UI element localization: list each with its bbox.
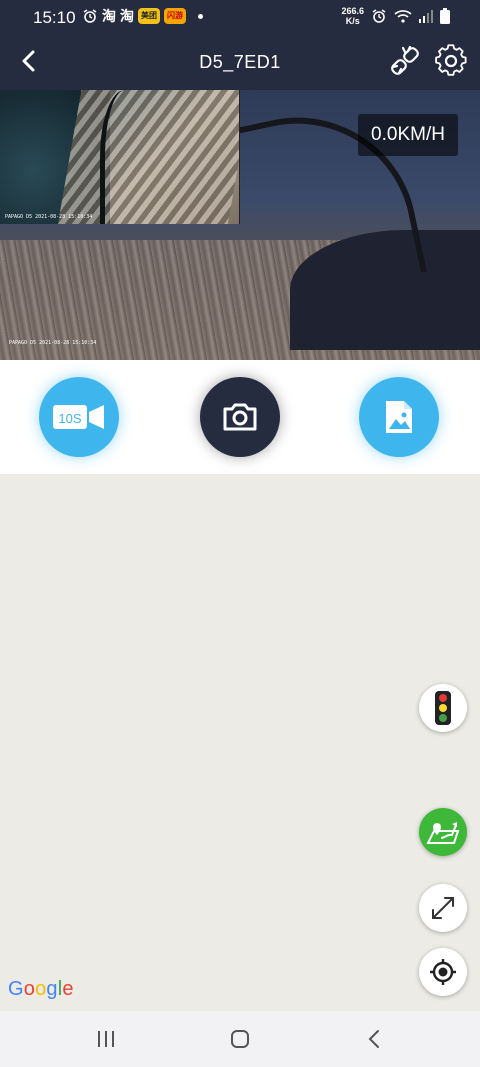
map-view[interactable]: Google	[0, 474, 480, 1011]
wifi-icon	[394, 10, 412, 23]
app-badge: 闪游	[164, 8, 186, 24]
crosshair-icon	[430, 959, 456, 985]
battery-icon	[440, 8, 450, 24]
traffic-light-icon	[435, 691, 451, 725]
alarm-icon	[372, 9, 386, 23]
control-panel: 10S	[0, 360, 480, 474]
notification-dot	[198, 13, 203, 19]
system-back-button[interactable]	[356, 1025, 392, 1053]
back-arrow-icon	[368, 1030, 379, 1048]
network-speed-unit: K/s	[345, 16, 360, 26]
take-photo-button[interactable]	[200, 377, 280, 457]
taobao-badge-2: 淘	[120, 8, 134, 24]
record-video-button[interactable]: 10S	[39, 377, 119, 457]
network-speed: 266.6 K/s	[341, 6, 364, 26]
settings-button[interactable]	[432, 42, 470, 80]
alarm-icon	[83, 9, 97, 23]
pip-scene-cable	[100, 90, 150, 224]
status-notification-icons: 淘 淘 美团 闪游	[82, 8, 203, 24]
video-duration-label: 10S	[58, 411, 81, 426]
rear-camera-pip[interactable]: PAPAGO D5 2021-08-28 15:10:34	[0, 90, 240, 224]
top-bar: 15:10 淘 淘 美团 闪游 266.6 K/s D5_7ED1	[0, 0, 480, 90]
recent-apps-button[interactable]	[88, 1025, 124, 1053]
status-system-icons: 266.6 K/s	[341, 6, 450, 26]
traffic-toggle-button[interactable]	[419, 684, 467, 732]
route-map-icon	[426, 822, 460, 844]
signal-icon	[419, 10, 433, 23]
home-icon	[231, 1030, 249, 1048]
google-letter: g	[46, 978, 58, 1000]
google-letter: o	[23, 978, 36, 1000]
camera-icon	[223, 403, 257, 431]
video-camera-icon: 10S	[53, 405, 104, 429]
network-speed-value: 266.6	[341, 6, 364, 16]
gallery-button[interactable]	[359, 377, 439, 457]
camera-timestamp: PAPAGO D5 2021-08-28 15:10:34	[9, 340, 97, 346]
link-broken-icon	[391, 45, 419, 75]
fullscreen-map-button[interactable]	[419, 884, 467, 932]
disconnect-button[interactable]	[386, 42, 424, 80]
gear-icon	[435, 44, 467, 76]
google-letter: o	[35, 978, 47, 1000]
pip-timestamp: PAPAGO D5 2021-08-28 15:10:34	[5, 214, 93, 220]
image-file-icon	[386, 401, 412, 433]
speed-readout: 0.0KM/H	[358, 114, 458, 156]
camera-feed[interactable]: PAPAGO D5 2021-08-28 15:10:34 PAPAGO D5 …	[0, 90, 480, 360]
home-button[interactable]	[222, 1025, 258, 1053]
status-bar: 15:10 淘 淘 美团 闪游 266.6 K/s	[0, 0, 480, 34]
google-logo: Google	[8, 978, 74, 1001]
google-letter: e	[62, 978, 74, 1000]
meituan-badge: 美团	[138, 8, 160, 24]
my-location-button[interactable]	[419, 948, 467, 996]
taobao-badge-1: 淘	[102, 8, 116, 24]
route-button[interactable]	[419, 808, 467, 856]
expand-arrows-icon	[432, 897, 454, 919]
app-header: D5_7ED1	[0, 34, 480, 90]
google-letter: G	[8, 978, 24, 1000]
system-nav-bar	[0, 1011, 480, 1067]
status-time: 15:10	[33, 8, 76, 27]
recent-apps-icon	[98, 1031, 114, 1047]
